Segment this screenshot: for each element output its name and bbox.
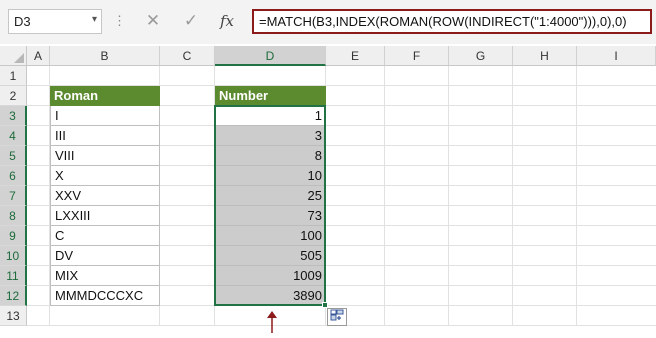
column-header-b[interactable]: B — [50, 46, 160, 66]
column-header-d[interactable]: D — [215, 46, 326, 66]
insert-function-icon[interactable]: fx — [212, 9, 242, 34]
select-all-button[interactable] — [0, 46, 27, 66]
column-header-i[interactable]: I — [577, 46, 656, 66]
row-header-4[interactable]: 4 — [0, 126, 27, 146]
column-header-g[interactable]: G — [449, 46, 513, 66]
number-cell[interactable]: 25 — [215, 186, 326, 206]
number-cell[interactable]: 1009 — [215, 266, 326, 286]
number-cell[interactable]: 3890 — [215, 286, 326, 306]
drag-handle-icon[interactable]: ⋮ — [113, 9, 126, 34]
name-box[interactable]: D3 ▾ — [8, 9, 102, 34]
row-header-10[interactable]: 10 — [0, 246, 27, 266]
row-header-1[interactable]: 1 — [0, 66, 27, 86]
number-cell[interactable]: 1 — [215, 106, 326, 126]
roman-cell[interactable]: C — [50, 226, 160, 246]
row-header-3[interactable]: 3 — [0, 106, 27, 126]
roman-cell[interactable]: XXV — [50, 186, 160, 206]
roman-cell[interactable]: MIX — [50, 266, 160, 286]
enter-icon[interactable]: ✓ — [176, 9, 206, 34]
column-header-f[interactable]: F — [385, 46, 449, 66]
formula-input[interactable]: =MATCH(B3,INDEX(ROMAN(ROW(INDIRECT("1:40… — [252, 9, 652, 34]
row-header-7[interactable]: 7 — [0, 186, 27, 206]
column-header-c[interactable]: C — [160, 46, 215, 66]
roman-header: Roman — [50, 86, 160, 106]
annotation-arrow-icon — [266, 311, 278, 333]
roman-cell[interactable]: DV — [50, 246, 160, 266]
cancel-icon[interactable]: ✕ — [138, 9, 168, 34]
row-header-5[interactable]: 5 — [0, 146, 27, 166]
column-header-h[interactable]: H — [513, 46, 577, 66]
number-cell[interactable]: 505 — [215, 246, 326, 266]
name-box-value: D3 — [14, 14, 31, 29]
roman-cell[interactable]: VIII — [50, 146, 160, 166]
number-header: Number — [215, 86, 326, 106]
row-header-2[interactable]: 2 — [0, 86, 27, 106]
number-cell[interactable]: 3 — [215, 126, 326, 146]
number-cell[interactable]: 8 — [215, 146, 326, 166]
row-header-8[interactable]: 8 — [0, 206, 27, 226]
number-cell[interactable]: 100 — [215, 226, 326, 246]
formula-bar: D3 ▾ ⋮ ✕ ✓ fx =MATCH(B3,INDEX(ROMAN(ROW(… — [0, 0, 656, 44]
roman-cell[interactable]: III — [50, 126, 160, 146]
roman-cell[interactable]: MMMDCCCXC — [50, 286, 160, 306]
roman-cell[interactable]: X — [50, 166, 160, 186]
quick-analysis-icon[interactable] — [327, 308, 347, 326]
chevron-down-icon[interactable]: ▾ — [92, 14, 97, 25]
row-header-11[interactable]: 11 — [0, 266, 27, 286]
row-header-9[interactable]: 9 — [0, 226, 27, 246]
column-header-e[interactable]: E — [326, 46, 385, 66]
number-cell[interactable]: 73 — [215, 206, 326, 226]
row-header-13[interactable]: 13 — [0, 306, 27, 326]
roman-cell[interactable]: LXXIII — [50, 206, 160, 226]
roman-cell[interactable]: I — [50, 106, 160, 126]
row-header-6[interactable]: 6 — [0, 166, 27, 186]
row-header-12[interactable]: 12 — [0, 286, 27, 306]
column-header-a[interactable]: A — [27, 46, 50, 66]
number-cell[interactable]: 10 — [215, 166, 326, 186]
